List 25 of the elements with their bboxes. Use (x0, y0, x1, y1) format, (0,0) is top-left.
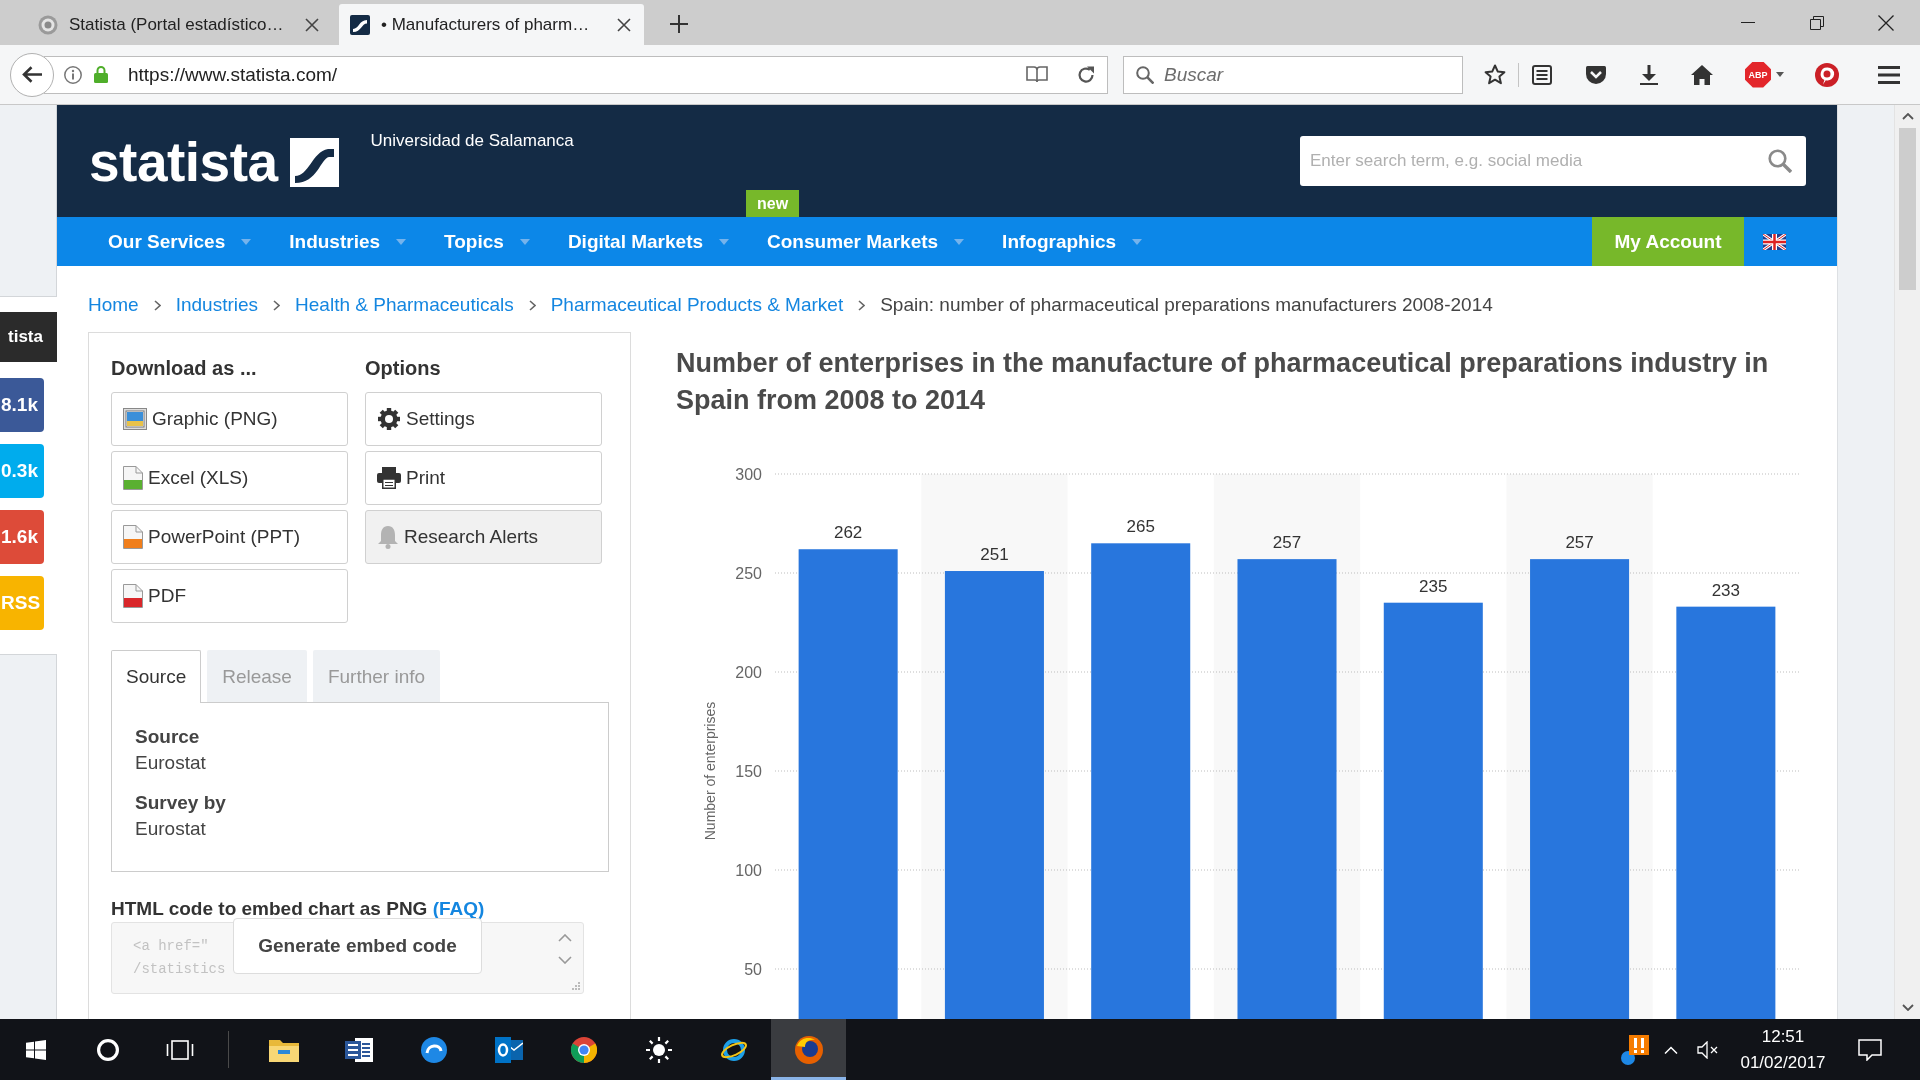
axis-tick-label: 150 (735, 763, 762, 780)
info-value: Eurostat (135, 751, 207, 775)
data-label: 265 (1126, 517, 1155, 537)
axis-title: Number of enterprises (702, 701, 718, 841)
info-heading: Source (135, 725, 201, 749)
info-value: Eurostat (135, 817, 207, 841)
axis-tick-label: 200 (735, 664, 762, 681)
data-label: 251 (980, 545, 1009, 564)
data-label: 257 (1272, 533, 1302, 553)
embed-label: HTML code to embed chart as PNG (FAQ) (111, 897, 486, 921)
info-heading: Survey by (135, 791, 227, 815)
axis-tick-label: 50 (744, 961, 762, 978)
institution-name: Universidad de Salamanca (370, 131, 574, 151)
section-heading: Options (365, 356, 442, 381)
chart-title: Number of enterprises in the manufacture of pharmaceutical preparations industry in Spain from 2008 to 2014 (676, 347, 1770, 417)
axis-tick-label: 100 (735, 862, 762, 879)
section-heading: Download as ... (111, 356, 258, 381)
data-label: 235 (1419, 576, 1448, 596)
data-label: 257 (1565, 533, 1594, 553)
axis-tick-label: 300 (735, 466, 762, 483)
new-badge: new (746, 190, 800, 217)
data-label: 262 (833, 523, 863, 543)
axis-tick-label: 250 (735, 565, 762, 582)
breadcrumb-current: Spain: number of pharmaceutical preparations manufacturers 2008-2014 (880, 294, 1493, 316)
data-label: 233 (1711, 580, 1741, 600)
